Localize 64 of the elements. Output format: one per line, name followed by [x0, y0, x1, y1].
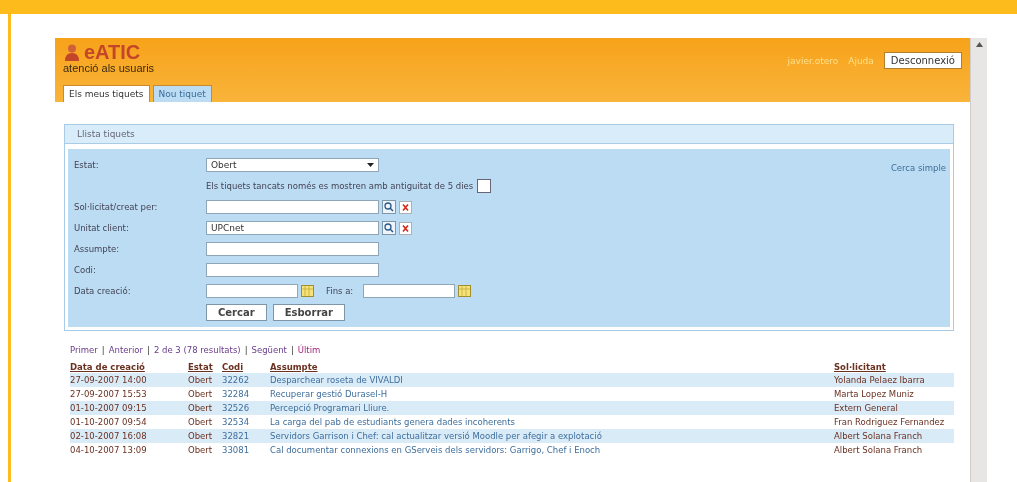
separator: |	[147, 345, 150, 355]
table-cell: Extern General	[834, 401, 954, 415]
column-header[interactable]: Codi	[222, 361, 270, 373]
separator: |	[101, 345, 105, 355]
table-cell[interactable]: Desparchear roseta de VIVALDI	[270, 373, 834, 387]
clear-icon[interactable]	[399, 200, 412, 214]
column-header[interactable]: Data de creació	[70, 361, 188, 373]
table-cell: 32526	[222, 401, 270, 415]
pagination-link[interactable]: Primer	[70, 345, 98, 355]
input-field[interactable]: UPCnet	[206, 221, 379, 235]
table-cell: 32821	[222, 429, 270, 443]
pagination-link[interactable]: Següent	[251, 345, 287, 355]
field-label: Estat:	[74, 160, 100, 170]
panel-title: Llista tiquets	[65, 125, 953, 144]
field-label: Sol·licitat/creat per:	[74, 202, 159, 212]
table-cell: 27-09-2007 14:00	[70, 373, 188, 387]
column-header[interactable]: Sol·licitant	[834, 361, 954, 373]
pagination-link[interactable]: Últim	[297, 345, 321, 355]
calendar-icon[interactable]	[301, 285, 314, 297]
form-button[interactable]: Esborrar	[272, 304, 346, 321]
column-header[interactable]: Estat	[188, 361, 222, 373]
table-cell: 32262	[222, 373, 270, 387]
caret-icon	[367, 163, 374, 167]
logout-button[interactable]: Desconnexió	[883, 52, 962, 69]
page-status: 2 de 3 (78 resultats)	[153, 345, 241, 355]
up-arrow-icon[interactable]	[975, 42, 983, 47]
table-cell: 01-10-2007 09:15	[70, 401, 188, 415]
field-label: Assumpte:	[74, 244, 121, 254]
logo-subtitle: atenció als usuaris	[63, 62, 155, 74]
search-icon[interactable]	[382, 200, 396, 214]
table-cell[interactable]: Servidors Garrison i Chef: cal actualitzar versió Moodle per afegir a explotació	[270, 429, 834, 443]
date-field[interactable]	[206, 284, 298, 298]
checkbox[interactable]	[477, 179, 492, 193]
tab[interactable]: Nou tiquet	[152, 85, 212, 102]
logo-title: eATIC	[84, 42, 141, 62]
table-cell: 02-10-2007 16:08	[70, 429, 188, 443]
tab[interactable]: Els meus tiquets	[63, 85, 150, 102]
search-icon[interactable]	[382, 221, 396, 235]
input-field[interactable]	[206, 263, 379, 277]
input-field[interactable]	[206, 200, 379, 214]
person-icon	[63, 43, 81, 61]
field-label: Codi:	[74, 265, 97, 275]
table-cell: Albert Solana Franch	[834, 429, 954, 443]
column-header[interactable]: Assumpte	[270, 361, 834, 373]
field-label: Data creació:	[74, 286, 132, 296]
field-label: Unitat client:	[74, 223, 130, 233]
scrollbar[interactable]	[970, 38, 987, 482]
separator: |	[290, 345, 294, 355]
input-field[interactable]	[206, 242, 379, 256]
clear-icon[interactable]	[399, 221, 412, 235]
table-cell[interactable]: Percepció Programari Lliure.	[270, 401, 834, 415]
form-button[interactable]: Cercar	[206, 304, 267, 321]
simple-search-link[interactable]: Cerca simple	[890, 163, 946, 173]
field-label: Fins a:	[326, 286, 354, 296]
separator: |	[244, 345, 248, 355]
calendar-icon[interactable]	[458, 285, 472, 297]
table-cell: Yolanda Pelaez Ibarra	[834, 373, 954, 387]
date-field[interactable]	[363, 284, 456, 298]
pagination-link[interactable]: Anterior	[108, 345, 144, 355]
closed-tickets-note: Els tiquets tancats només es mostren amb antiguitat de 5 dies	[206, 181, 474, 191]
status-dropdown[interactable]: Obert	[206, 158, 379, 172]
table-cell: Obert	[188, 373, 222, 387]
table-cell: Obert	[188, 401, 222, 415]
table-cell: Obert	[188, 429, 222, 443]
